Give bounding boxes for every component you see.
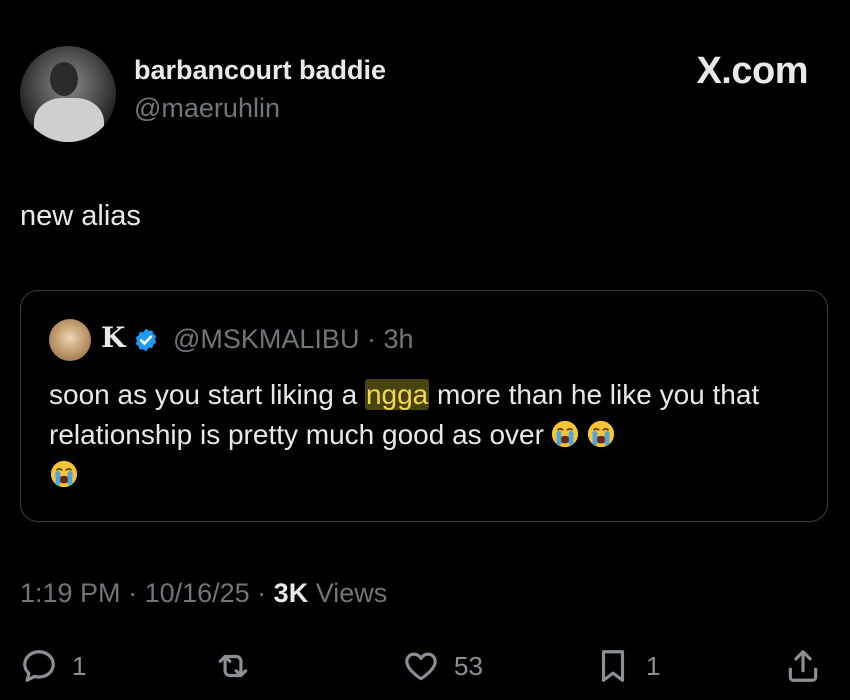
like-count: 53 bbox=[454, 650, 483, 681]
quoted-tweet[interactable]: K @MSKMALIBU · 3h soon as you start liki… bbox=[20, 290, 828, 522]
bookmark-count: 1 bbox=[646, 650, 661, 681]
highlighted-word: ngga bbox=[364, 379, 430, 410]
profile-avatar[interactable] bbox=[20, 46, 116, 142]
post-date[interactable]: 10/16/25 bbox=[145, 578, 250, 608]
bookmark-button[interactable]: 1 bbox=[594, 644, 660, 688]
quoted-display-name[interactable]: K bbox=[101, 321, 125, 354]
quoted-handle[interactable]: @MSKMALIBU bbox=[173, 324, 359, 354]
tweet-text: new alias bbox=[20, 200, 141, 232]
share-icon bbox=[788, 650, 818, 682]
user-handle[interactable]: @maeruhlin bbox=[134, 93, 280, 124]
quoted-handle-time: @MSKMALIBU · 3h bbox=[173, 324, 414, 354]
avatar-face bbox=[50, 62, 78, 96]
quoted-avatar[interactable] bbox=[49, 319, 91, 361]
post-time[interactable]: 1:19 PM bbox=[20, 578, 121, 608]
crying-face-emoji-icon bbox=[50, 460, 78, 488]
tweet-meta: 1:19 PM · 10/16/25 · 3K Views bbox=[20, 578, 388, 608]
repost-button[interactable] bbox=[214, 644, 266, 688]
verified-badge-icon bbox=[135, 328, 157, 352]
quoted-text-before: soon as you start liking a bbox=[49, 379, 365, 410]
reply-icon bbox=[23, 650, 55, 682]
heart-icon bbox=[405, 652, 437, 681]
reply-button[interactable]: 1 bbox=[20, 644, 86, 688]
action-bar: 1 53 1 bbox=[0, 644, 850, 688]
like-button[interactable]: 53 bbox=[402, 644, 483, 688]
views-count: 3K bbox=[273, 578, 309, 608]
crying-face-emoji-icon bbox=[551, 420, 579, 448]
views-label: Views bbox=[315, 578, 388, 608]
display-name[interactable]: barbancourt baddie bbox=[134, 55, 386, 86]
avatar-body bbox=[34, 98, 104, 142]
bookmark-icon bbox=[601, 650, 625, 682]
reply-count: 1 bbox=[72, 650, 87, 681]
share-button[interactable] bbox=[784, 644, 822, 688]
quoted-text: soon as you start liking a ngga more tha… bbox=[49, 375, 809, 495]
quoted-time: 3h bbox=[383, 324, 414, 354]
repost-icon bbox=[218, 654, 248, 678]
brand-logo: X.com bbox=[696, 50, 808, 92]
crying-face-emoji-icon bbox=[587, 420, 615, 448]
